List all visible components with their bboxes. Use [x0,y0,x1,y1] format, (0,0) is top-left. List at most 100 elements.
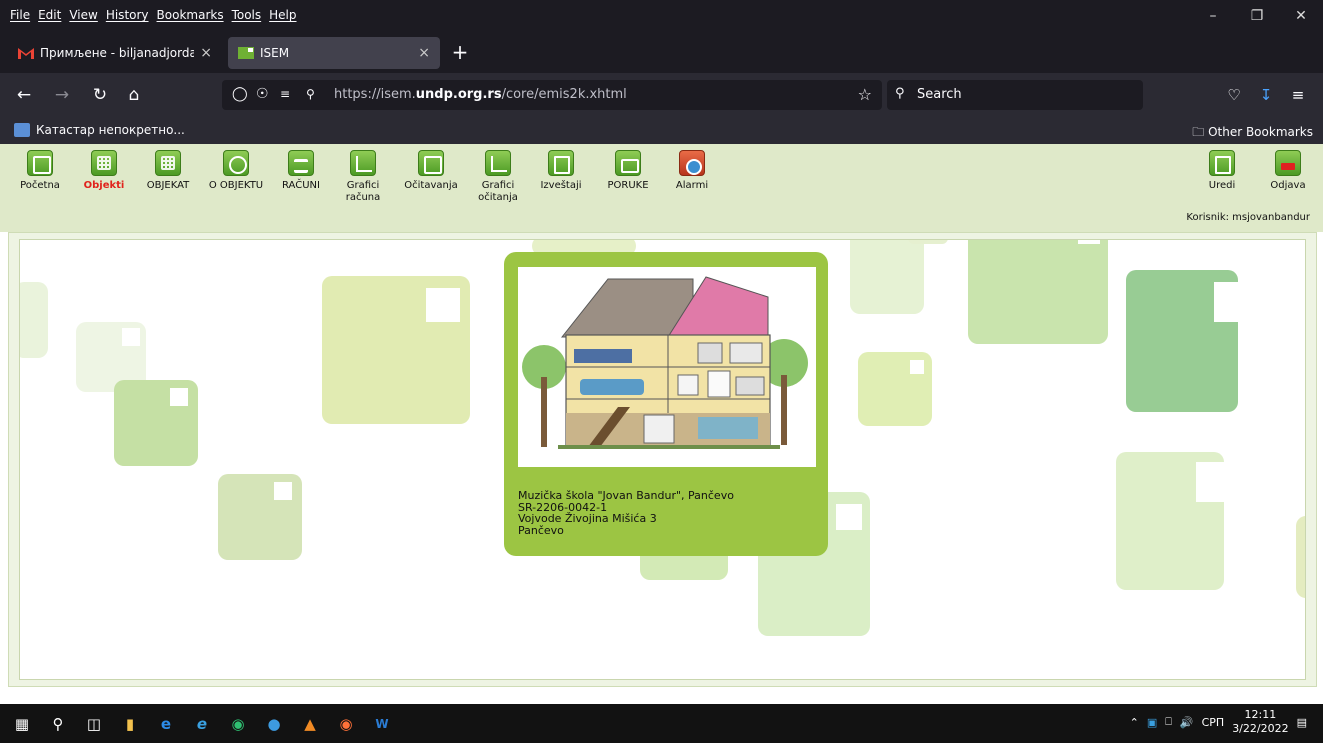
tool-label: Grafici računa [345,180,381,203]
minimize-icon[interactable]: – [1191,0,1235,31]
gmail-icon [18,48,34,59]
tool-label: Grafici očitanja [478,180,518,203]
search-icon[interactable]: ⚲ [46,712,70,736]
tool-uredi[interactable]: Uredi [1190,150,1254,192]
close-tab-icon[interactable]: × [200,45,212,61]
menu-tools[interactable]: Tools [232,8,262,22]
tool-ocitavanja[interactable]: Očitavanja [399,150,463,192]
clock[interactable]: 12:11 3/22/2022 [1232,708,1288,736]
decor-square [1296,516,1305,598]
windows-start-icon[interactable]: ▦ [10,712,34,736]
building-city: Pančevo [518,523,564,537]
decor-square [908,240,948,244]
menu-bookmarks[interactable]: Bookmarks [157,8,224,22]
tool-grafici-ocitanja[interactable]: Grafici očitanja [466,150,530,204]
tool-label: O OBJEKTU [208,180,264,191]
key-icon[interactable]: ⚲ [306,87,315,101]
url-text[interactable]: https://isem.undp.org.rs/core/emis2k.xht… [334,87,627,102]
back-icon[interactable]: ← [12,83,36,107]
tray-app-icon[interactable]: ▣ [1147,716,1157,729]
home-icon[interactable]: ⌂ [122,83,146,107]
menu-file[interactable]: File [10,8,30,22]
lock-icon[interactable]: ☉ [256,86,269,102]
chevron-up-icon[interactable]: ⌃ [1130,716,1139,729]
tool-izvestaji[interactable]: Izveštaji [529,150,593,192]
task-view-icon[interactable]: ◫ [82,712,106,736]
search-bar[interactable]: ⚲ Search [887,80,1143,110]
shield-icon[interactable]: ◯ [232,86,248,102]
hamburger-menu-icon[interactable]: ≡ [1286,83,1310,107]
tool-objekti[interactable]: Objekti [72,150,136,192]
bookmarks-bar: Катастар непокретно... 🗀 Other Bookmarks [0,117,1323,144]
edit-icon [1209,150,1235,176]
tab-title: ISEM [260,46,290,60]
pocket-icon[interactable]: ♡ [1222,83,1246,107]
decor-square [20,282,48,358]
system-tray: ⌃ ▣ ⎕ 🔊 СРП 12:11 3/22/2022 ▤ [1130,708,1307,736]
tool-grafici-racuna[interactable]: Grafici računa [331,150,395,204]
download-icon[interactable]: ↧ [1254,83,1278,107]
menu-view[interactable]: View [69,8,97,22]
menu-edit[interactable]: Edit [38,8,61,22]
word-icon[interactable]: W [370,712,394,736]
edge-icon[interactable]: e [154,712,178,736]
language-indicator[interactable]: СРП [1202,716,1225,729]
decor-square [858,352,932,426]
reload-icon[interactable]: ↻ [88,83,112,107]
tab-title: Примљене - biljanadjordan@g [40,46,195,60]
tool-label: PORUKE [607,180,649,191]
notifications-icon[interactable]: ▤ [1297,716,1307,729]
restore-icon[interactable]: ❐ [1235,0,1279,31]
menu-help[interactable]: Help [269,8,296,22]
other-bookmarks[interactable]: 🗀 Other Bookmarks [1192,123,1313,144]
content-frame: Muzička škola "Jovan Bandur", Pančevo SR… [8,232,1317,687]
bookmark-star-icon[interactable]: ☆ [858,85,872,104]
new-tab-button[interactable]: + [448,41,472,65]
volume-icon[interactable]: 🔊 [1180,716,1194,729]
file-explorer-icon[interactable]: ▮ [118,712,142,736]
home-page-icon [27,150,53,176]
permissions-icon[interactable]: ≡ [280,87,290,101]
close-window-icon[interactable]: ✕ [1279,0,1323,31]
search-placeholder: Search [917,87,962,102]
tool-alarmi[interactable]: Alarmi [660,150,724,192]
chrome-like-icon[interactable]: ◉ [226,712,250,736]
tool-label: OBJEKAT [146,180,190,191]
menu-history[interactable]: History [106,8,149,22]
clock-date: 3/22/2022 [1232,722,1289,735]
firefox-icon[interactable]: ◉ [334,712,358,736]
bookmark-item[interactable]: Катастар непокретно... [14,123,185,137]
tool-label: Objekti [83,180,125,191]
building-icon [155,150,181,176]
tab-gmail[interactable]: Примљене - biljanadjordan@g × [8,37,222,69]
decor-square [322,276,470,424]
tool-o-objektu[interactable]: O OBJEKTU [204,150,268,192]
close-tab-icon[interactable]: × [418,45,430,61]
tool-label: Početna [20,180,60,191]
tool-label: Očitavanja [404,180,458,191]
tool-pocetna[interactable]: Početna [8,150,72,192]
house-illustration [518,267,816,467]
other-bookmarks-label: Other Bookmarks [1208,125,1313,139]
mail-icon [615,150,641,176]
globe-icon [223,150,249,176]
building-name: Muzička škola "Jovan Bandur", Pančevo [518,489,734,502]
isem-icon [238,47,254,59]
tab-isem[interactable]: ISEM × [228,37,440,69]
decor-square [218,474,302,560]
windows-taskbar: ▦ ⚲ ◫ ▮ e e ◉ ● ▲ ◉ W ⌃ ▣ ⎕ 🔊 СРП 12:11 … [0,704,1323,743]
forward-icon[interactable]: → [50,83,74,107]
tool-racuni[interactable]: RAČUNI [269,150,333,192]
building-card[interactable]: Muzička škola "Jovan Bandur", Pančevo SR… [504,252,828,556]
url-bar[interactable]: ◯ ☉ ≡ ⚲ https://isem.undp.org.rs/core/em… [222,80,882,110]
tool-objekat[interactable]: OBJEKAT [136,150,200,192]
network-icon[interactable]: ⎕ [1165,715,1172,729]
decor-square [850,240,924,314]
tool-poruke[interactable]: PORUKE [596,150,660,192]
internet-explorer-icon[interactable]: e [190,712,214,736]
app-icon[interactable]: ● [262,712,286,736]
tool-odjava[interactable]: Odjava [1256,150,1320,192]
search-icon: ⚲ [895,86,905,101]
decor-square [968,240,1108,344]
vlc-icon[interactable]: ▲ [298,712,322,736]
